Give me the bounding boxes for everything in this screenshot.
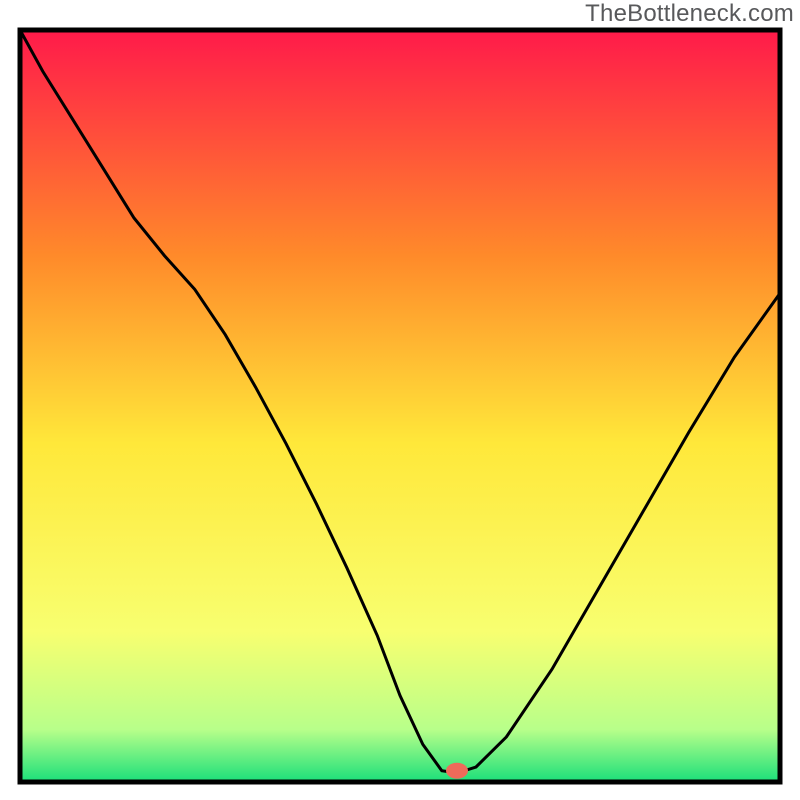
bottleneck-chart [0,0,800,800]
watermark-text: TheBottleneck.com [585,0,794,28]
bottleneck-chart-frame: { "watermark": "TheBottleneck.com", "col… [0,0,800,800]
plot-gradient-background [20,30,780,782]
optimal-point-marker [446,763,468,779]
